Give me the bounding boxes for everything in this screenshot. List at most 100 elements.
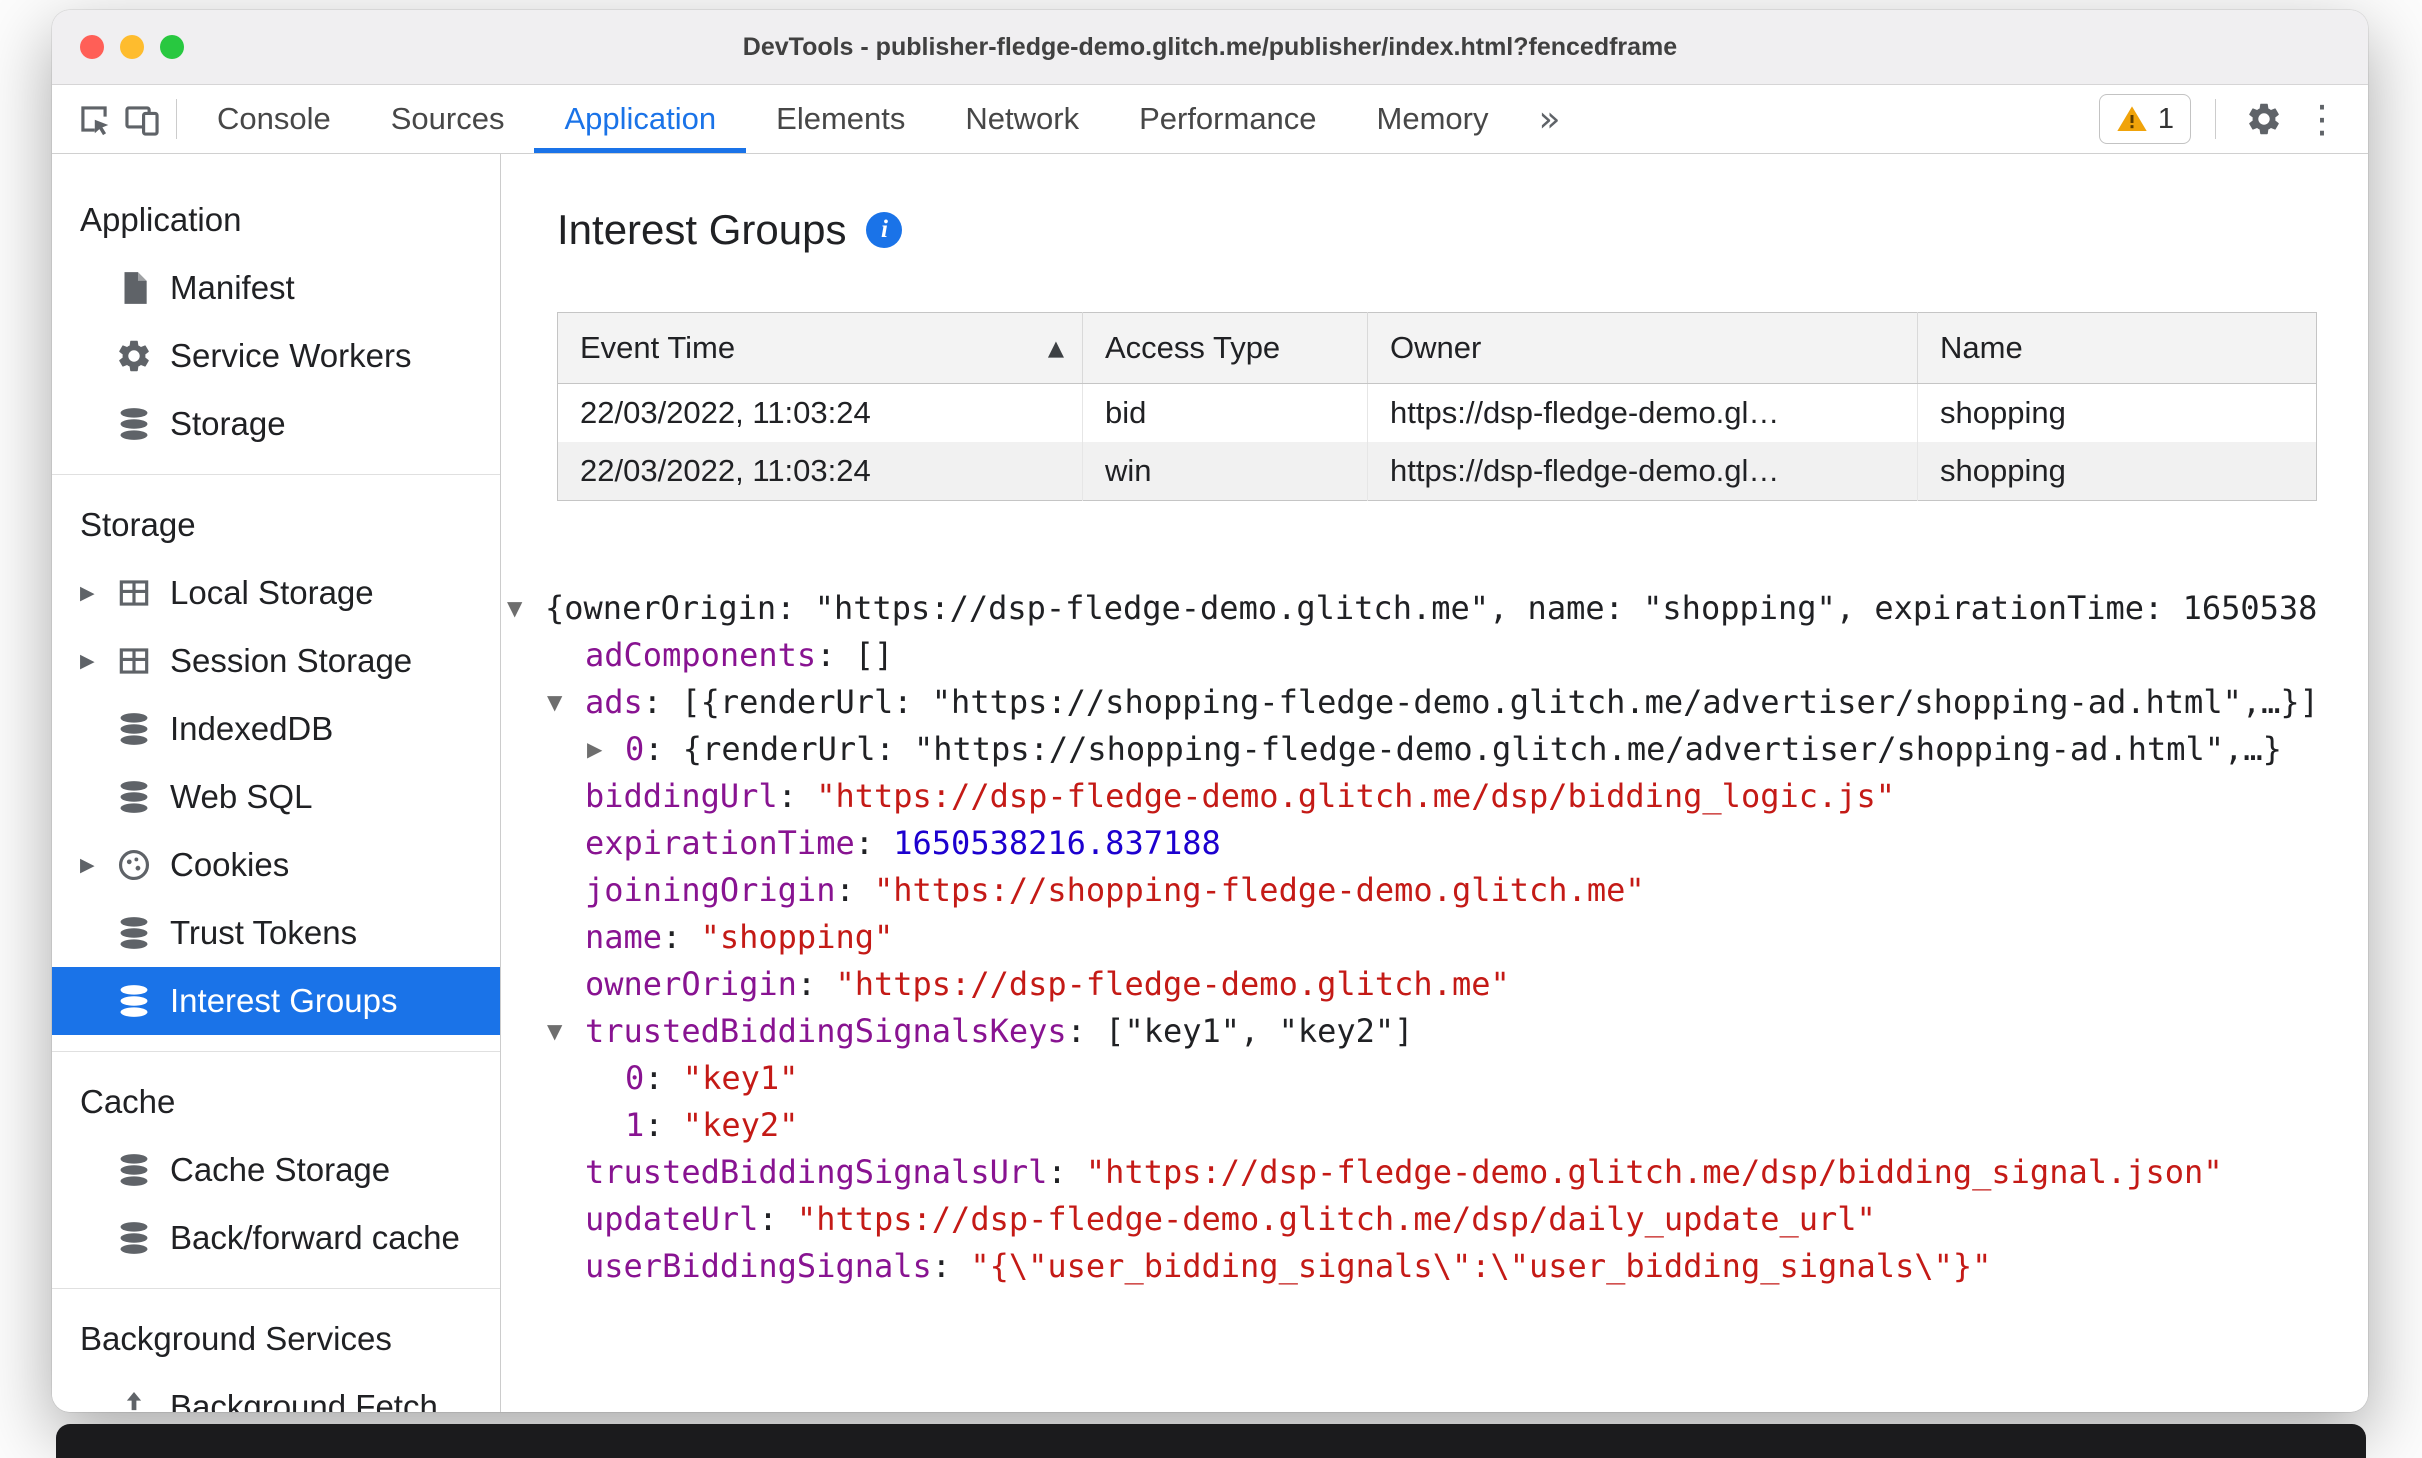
expand-arrow-icon[interactable]: ▶	[587, 726, 602, 773]
tree-line[interactable]: ▼ trustedBiddingSignalsKeys: ["key1", "ke…	[501, 1008, 2368, 1055]
tree-text: {ownerOrigin: "https://dsp-fledge-demo.g…	[545, 589, 2318, 627]
sidebar-item-web-sql[interactable]: Web SQL	[52, 763, 500, 831]
collapse-arrow-icon[interactable]: ▼	[547, 679, 562, 726]
sort-ascending-icon: ▲	[1047, 336, 1064, 360]
tab-memory[interactable]: Memory	[1347, 85, 1519, 153]
column-header-label: Owner	[1390, 330, 1482, 365]
tree-line[interactable]: name: "shopping"	[501, 914, 2368, 961]
table-row[interactable]: 22/03/2022, 11:03:24 bid https://dsp-fledg…	[557, 383, 2317, 442]
tab-performance[interactable]: Performance	[1109, 85, 1346, 153]
table-row[interactable]: 22/03/2022, 11:03:24 win https://dsp-fledg…	[557, 442, 2317, 501]
table-cell: win	[1082, 442, 1368, 501]
sidebar-divider	[52, 1051, 500, 1052]
tree-text: : []	[816, 636, 894, 674]
more-options-icon[interactable]: ⋮	[2302, 97, 2342, 141]
tree-line[interactable]: joiningOrigin: "https://shopping-fledge-…	[501, 867, 2368, 914]
tab-console[interactable]: Console	[187, 85, 361, 153]
sidebar-item-cache-storage[interactable]: Cache Storage	[52, 1136, 500, 1204]
window-title: DevTools - publisher-fledge-demo.glitch.…	[742, 32, 1678, 61]
column-header-access-type[interactable]: Access Type	[1082, 312, 1368, 384]
tree-string-value: "https://dsp-fledge-demo.glitch.me/dsp/d…	[796, 1200, 1876, 1238]
tree-text: :	[662, 918, 701, 956]
sidebar-item-session-storage[interactable]: ▶ Session Storage	[52, 627, 500, 695]
device-toolbar-icon[interactable]	[118, 95, 166, 143]
column-header-event-time[interactable]: Event Time ▲	[557, 312, 1083, 384]
tree-line[interactable]: expirationTime: 1650538216.837188	[501, 820, 2368, 867]
column-header-owner[interactable]: Owner	[1367, 312, 1918, 384]
tree-line[interactable]: ▶ 0: {renderUrl: "https://shopping-fledge…	[501, 726, 2368, 773]
tree-property-name: trustedBiddingSignalsUrl	[585, 1153, 1048, 1191]
tree-line[interactable]: 1: "key2"	[501, 1102, 2368, 1149]
table-cell: shopping	[1917, 442, 2317, 501]
tree-property-name: 1	[625, 1106, 645, 1144]
tree-line[interactable]: adComponents: []	[501, 632, 2368, 679]
collapse-arrow-icon[interactable]: ▼	[507, 585, 522, 632]
sidebar-item-indexeddb[interactable]: IndexedDB	[52, 695, 500, 763]
info-icon[interactable]: i	[866, 212, 903, 248]
sidebar-item-trust-tokens[interactable]: Trust Tokens	[52, 899, 500, 967]
sidebar-item-label: Interest Groups	[170, 982, 398, 1019]
more-tabs-icon[interactable]: »	[1519, 99, 1581, 140]
tab-network[interactable]: Network	[935, 85, 1109, 153]
sidebar-section-title-background-services: Background Services	[80, 1320, 392, 1357]
tree-string-value: "key1"	[682, 1059, 799, 1097]
tree-line[interactable]: trustedBiddingSignalsUrl: "https://dsp-f…	[501, 1149, 2368, 1196]
tree-string-value: "{\"user_bidding_signals\":\"user_biddin…	[970, 1247, 1992, 1285]
tree-property-name: ownerOrigin	[585, 965, 797, 1003]
column-header-name[interactable]: Name	[1917, 312, 2317, 384]
tree-text: :	[854, 824, 894, 862]
sidebar-item-manifest[interactable]: Manifest	[52, 254, 500, 322]
expand-arrow-icon[interactable]: ▶	[80, 650, 114, 672]
sidebar: Application Manifest Service Workers Storag…	[52, 154, 501, 1412]
sidebar-section-title-storage: Storage	[80, 506, 196, 543]
events-table: Event Time ▲ Access Type Owner Name 22/03/20…	[557, 312, 2317, 501]
sidebar-item-back-forward-cache[interactable]: Back/forward cache	[52, 1204, 500, 1272]
sidebar-item-label: Manifest	[170, 269, 295, 306]
tree-text: : {renderUrl: "https://shopping-fledge-d…	[644, 730, 2282, 768]
warning-triangle-icon	[2116, 103, 2148, 135]
tree-property-name: trustedBiddingSignalsKeys	[585, 1012, 1067, 1050]
tree-string-value: "https://dsp-fledge-demo.glitch.me/dsp/b…	[1085, 1153, 2223, 1191]
tree-property-name: name	[585, 918, 663, 956]
tree-line[interactable]: 0: "key1"	[501, 1055, 2368, 1102]
tab-application[interactable]: Application	[534, 85, 747, 153]
expand-arrow-icon[interactable]: ▶	[80, 582, 114, 604]
table-icon	[114, 573, 154, 613]
tab-elements[interactable]: Elements	[746, 85, 935, 153]
tree-line[interactable]: ▼ {ownerOrigin: "https://dsp-fledge-demo.…	[501, 585, 2368, 632]
database-icon	[114, 404, 154, 444]
tree-line[interactable]: ▼ ads: [{renderUrl: "https://shopping-fle…	[501, 679, 2368, 726]
background-window-edge	[56, 1424, 2366, 1458]
sidebar-item-cookies[interactable]: ▶ Cookies	[52, 831, 500, 899]
tree-string-value: "https://dsp-fledge-demo.glitch.me"	[835, 965, 1510, 1003]
sidebar-item-label: Service Workers	[170, 337, 412, 374]
tree-line[interactable]: ownerOrigin: "https://dsp-fledge-demo.gl…	[501, 961, 2368, 1008]
sidebar-item-label: Background Fetch	[170, 1388, 438, 1412]
sidebar-item-interest-groups[interactable]: Interest Groups	[52, 967, 500, 1035]
sidebar-item-label: Cookies	[170, 846, 290, 883]
tree-line[interactable]: updateUrl: "https://dsp-fledge-demo.glit…	[501, 1196, 2368, 1243]
gear-icon	[114, 336, 154, 376]
sidebar-item-background-fetch[interactable]: Background Fetch	[52, 1373, 500, 1412]
sidebar-divider	[52, 474, 500, 475]
sidebar-item-storage[interactable]: Storage	[52, 390, 500, 458]
tree-string-value: "https://dsp-fledge-demo.glitch.me/dsp/b…	[816, 777, 1896, 815]
expand-arrow-icon[interactable]: ▶	[80, 854, 114, 876]
tab-sources[interactable]: Sources	[361, 85, 535, 153]
titlebar: DevTools - publisher-fledge-demo.glitch.…	[52, 10, 2368, 85]
tree-line[interactable]: userBiddingSignals: "{\"user_bidding_sig…	[501, 1243, 2368, 1290]
issues-count: 1	[2157, 102, 2174, 135]
tree-line[interactable]: biddingUrl: "https://dsp-fledge-demo.gli…	[501, 773, 2368, 820]
settings-gear-icon[interactable]	[2240, 95, 2288, 143]
table-cell: shopping	[1940, 395, 2066, 430]
tree-property-name: updateUrl	[585, 1200, 759, 1238]
column-header-label: Event Time	[580, 330, 736, 365]
page-title: Interest Groups	[557, 206, 847, 253]
collapse-arrow-icon[interactable]: ▼	[547, 1008, 562, 1055]
tree-property-name: adComponents	[585, 636, 817, 674]
inspect-element-icon[interactable]	[70, 95, 118, 143]
sidebar-item-service-workers[interactable]: Service Workers	[52, 322, 500, 390]
sidebar-item-local-storage[interactable]: ▶ Local Storage	[52, 559, 500, 627]
report-header: Interest Groups i	[557, 206, 2368, 254]
issues-badge[interactable]: 1	[2098, 94, 2191, 144]
